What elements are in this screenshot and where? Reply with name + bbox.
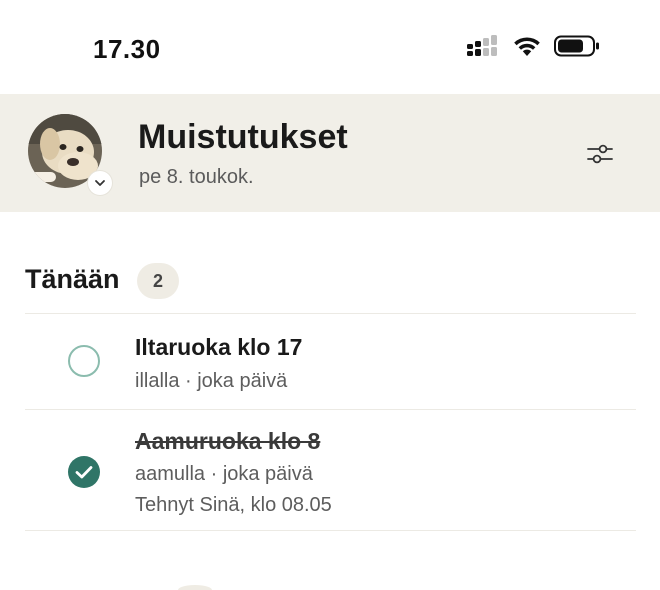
avatar-chevron-button[interactable] (88, 171, 112, 195)
cellular-signal-icon (466, 34, 500, 62)
status-icons (466, 34, 600, 62)
divider (25, 530, 636, 531)
reminder-title[interactable]: Iltaruoka klo 17 (135, 334, 302, 361)
reminder-checkbox-checked[interactable] (68, 456, 100, 488)
filter-button[interactable] (584, 140, 616, 168)
page-title: Muistutukset (138, 118, 348, 156)
reminder-schedule: aamulla · joka päivä (135, 463, 313, 485)
section-title-today: Tänään (25, 264, 120, 294)
wifi-icon (512, 35, 542, 62)
chevron-down-icon (95, 180, 105, 186)
reminder-checkbox-unchecked[interactable] (68, 345, 100, 377)
divider (25, 409, 636, 410)
reminder-title-completed[interactable]: Aamuruoka klo 8 (135, 428, 320, 455)
app-header: Muistutukset pe 8. toukok. (0, 94, 660, 212)
next-item-peek (178, 585, 212, 590)
battery-icon (554, 35, 600, 62)
reminder-completed-by: Tehnyt Sinä, klo 08.05 (135, 494, 332, 516)
count-badge: 2 (137, 263, 179, 299)
divider (25, 313, 636, 314)
status-time: 17.30 (93, 34, 161, 64)
status-bar: 17.30 (0, 0, 660, 94)
reminder-schedule: illalla · joka päivä (135, 370, 288, 392)
page-date: pe 8. toukok. (139, 166, 254, 188)
sliders-icon (587, 144, 613, 164)
checkmark-icon (75, 466, 93, 479)
